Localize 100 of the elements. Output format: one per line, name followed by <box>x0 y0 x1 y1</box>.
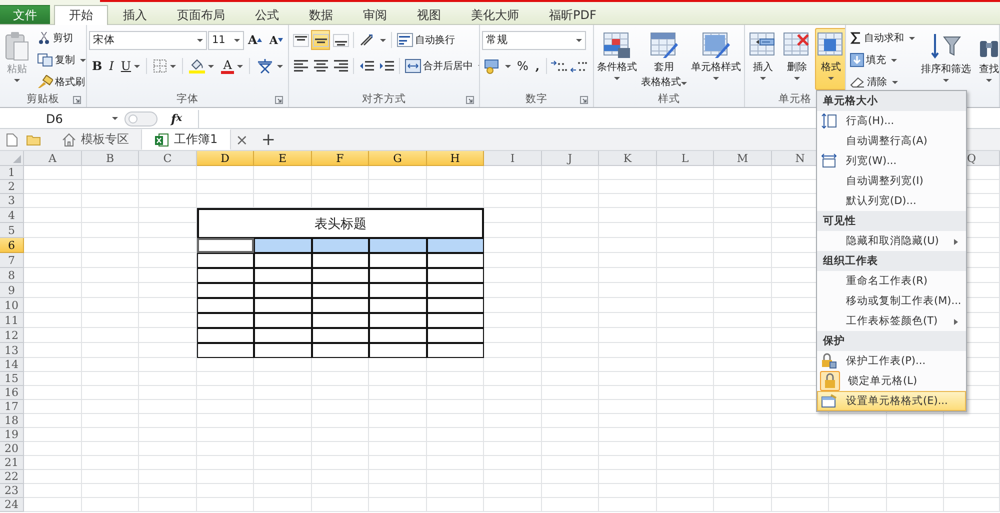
editing-large-button[interactable]: 排序和筛选 <box>919 28 973 85</box>
sheet-cell[interactable] <box>312 498 369 512</box>
sheet-cell[interactable] <box>427 428 484 442</box>
table-cell[interactable] <box>197 328 254 343</box>
table-cell[interactable] <box>254 343 312 358</box>
sheet-cell[interactable] <box>542 180 599 194</box>
underline-button[interactable]: U <box>118 56 144 76</box>
table-cell[interactable] <box>197 283 254 298</box>
sheet-cell[interactable] <box>24 283 82 298</box>
sheet-cell[interactable] <box>82 328 139 343</box>
file-menu-tab[interactable]: 文件 <box>0 5 50 24</box>
sheet-cell[interactable] <box>369 180 427 194</box>
sheet-cell[interactable] <box>542 386 599 400</box>
sheet-cell[interactable] <box>254 428 312 442</box>
sheet-cell[interactable] <box>542 238 599 253</box>
sheet-cell[interactable] <box>484 442 542 456</box>
table-cell[interactable] <box>427 283 484 298</box>
sheet-cell[interactable] <box>197 442 254 456</box>
sheet-cell[interactable] <box>484 470 542 484</box>
sheet-cell[interactable] <box>369 470 427 484</box>
menu-item[interactable]: 设置单元格格式(E)... <box>817 391 966 411</box>
sheet-cell[interactable] <box>82 194 139 208</box>
sheet-cell[interactable] <box>24 442 82 456</box>
sheet-cell[interactable] <box>944 498 1000 512</box>
ribbon-tab[interactable]: 开始 <box>54 5 108 25</box>
sheet-cell[interactable] <box>542 428 599 442</box>
sheet-cell[interactable] <box>427 386 484 400</box>
sheet-cell[interactable] <box>254 484 312 498</box>
clipboard-button[interactable]: 复制 <box>35 50 86 70</box>
sheet-cell[interactable] <box>484 428 542 442</box>
table-cell[interactable] <box>312 298 369 313</box>
sheet-cell[interactable] <box>82 372 139 386</box>
sheet-cell[interactable] <box>714 442 772 456</box>
sheet-cell[interactable] <box>369 400 427 414</box>
sheet-cell[interactable] <box>944 470 1000 484</box>
sheet-cell[interactable] <box>599 386 657 400</box>
table-cell[interactable] <box>254 253 312 268</box>
sheet-cell[interactable] <box>714 428 772 442</box>
sheet-cell[interactable] <box>312 484 369 498</box>
sheet-cell[interactable] <box>82 358 139 372</box>
sheet-cell[interactable] <box>542 194 599 208</box>
sheet-cell[interactable] <box>714 166 772 180</box>
vertical-align-button[interactable] <box>311 30 330 50</box>
column-header[interactable]: F <box>312 151 369 166</box>
sheet-cell[interactable] <box>139 498 197 512</box>
table-cell[interactable] <box>369 268 427 283</box>
ribbon-tab[interactable]: 页面布局 <box>162 5 240 24</box>
sheet-cell[interactable] <box>542 313 599 328</box>
sheet-cell[interactable] <box>714 208 772 223</box>
sheet-cell[interactable] <box>484 180 542 194</box>
bold-button[interactable]: B <box>89 56 106 76</box>
percent-button[interactable]: % <box>514 56 532 76</box>
sheet-cell[interactable] <box>427 400 484 414</box>
column-header[interactable]: D <box>197 151 254 166</box>
table-cell[interactable] <box>254 238 312 253</box>
row-header[interactable]: 22 <box>0 470 24 484</box>
row-header[interactable]: 1 <box>0 166 24 180</box>
sheet-cell[interactable] <box>369 456 427 470</box>
table-cell[interactable] <box>312 328 369 343</box>
sheet-cell[interactable] <box>369 372 427 386</box>
sheet-cell[interactable] <box>599 484 657 498</box>
sheet-cell[interactable] <box>887 456 944 470</box>
sheet-cell[interactable] <box>369 498 427 512</box>
table-cell[interactable] <box>197 313 254 328</box>
sheet-cell[interactable] <box>139 442 197 456</box>
sheet-cell[interactable] <box>484 372 542 386</box>
sheet-cell[interactable] <box>197 166 254 180</box>
sheet-cell[interactable] <box>254 456 312 470</box>
sheet-cell[interactable] <box>427 470 484 484</box>
sheet-cell[interactable] <box>657 358 714 372</box>
sheet-cell[interactable] <box>139 358 197 372</box>
sheet-cell[interactable] <box>254 498 312 512</box>
sheet-cell[interactable] <box>24 238 82 253</box>
sheet-cell[interactable] <box>139 428 197 442</box>
sheet-cell[interactable] <box>24 208 82 223</box>
sheet-cell[interactable] <box>254 372 312 386</box>
sheet-cell[interactable] <box>24 313 82 328</box>
menu-item[interactable]: 移动或复制工作表(M)... <box>817 291 966 311</box>
row-header[interactable]: 18 <box>0 414 24 428</box>
sheet-cell[interactable] <box>829 498 887 512</box>
sheet-cell[interactable] <box>657 428 714 442</box>
cells-button[interactable]: 插入 <box>747 28 779 83</box>
sheet-cell[interactable] <box>542 470 599 484</box>
sheet-cell[interactable] <box>657 194 714 208</box>
table-cell[interactable] <box>427 268 484 283</box>
sheet-cell[interactable] <box>82 498 139 512</box>
sheet-cell[interactable] <box>82 180 139 194</box>
menu-item[interactable]: 默认列宽(D)... <box>817 191 966 211</box>
column-header[interactable]: M <box>714 151 772 166</box>
sheet-cell[interactable] <box>542 343 599 358</box>
table-cell[interactable] <box>312 238 369 253</box>
sheet-cell[interactable] <box>254 180 312 194</box>
sheet-cell[interactable] <box>714 283 772 298</box>
table-cell[interactable] <box>427 238 484 253</box>
sheet-cell[interactable] <box>427 414 484 428</box>
sheet-cell[interactable] <box>197 428 254 442</box>
row-header[interactable]: 4 <box>0 208 24 223</box>
sheet-cell[interactable] <box>657 238 714 253</box>
sheet-cell[interactable] <box>427 442 484 456</box>
column-header[interactable]: G <box>369 151 427 166</box>
